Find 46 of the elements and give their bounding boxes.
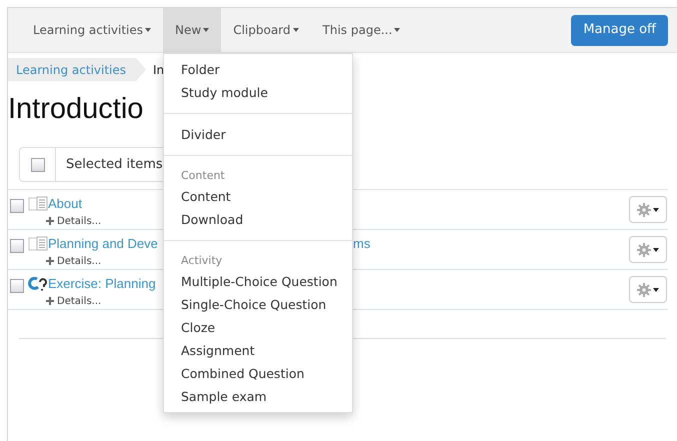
menu-item[interactable]: Study module [164, 81, 352, 104]
menu-item[interactable]: Content [164, 185, 352, 208]
checkbox[interactable] [10, 279, 24, 293]
plus-icon [46, 217, 54, 225]
actions-button[interactable] [629, 276, 667, 303]
caret-icon [653, 288, 659, 292]
caret-icon [394, 28, 400, 32]
gear-icon [637, 202, 651, 216]
actions-button[interactable] [629, 236, 667, 263]
details-toggle[interactable]: Details... [46, 214, 102, 228]
details-toggle[interactable]: Details... [46, 294, 102, 308]
plus-icon [46, 257, 54, 265]
menu-item[interactable]: Multiple-Choice Question [164, 270, 352, 293]
page-heading: Introductio [8, 92, 144, 127]
nav-menu-item[interactable]: Clipboard [221, 8, 311, 52]
question-icon [28, 276, 48, 292]
gear-icon [637, 242, 651, 256]
menu-section-header: Content [180, 168, 226, 184]
menu-item[interactable]: Single-Choice Question [164, 293, 352, 316]
details-toggle[interactable]: Details... [46, 254, 102, 268]
checkbox[interactable] [30, 158, 44, 172]
caret-icon [145, 28, 152, 32]
menu-item[interactable]: Combined Question [164, 362, 352, 385]
menu-item[interactable]: Download [164, 208, 352, 231]
nav-menu-item[interactable]: This page... [310, 8, 412, 52]
gear-icon [637, 282, 651, 296]
manage-off-button[interactable]: Manage off [571, 14, 668, 46]
caret-icon [653, 248, 659, 252]
checkbox[interactable] [10, 239, 24, 253]
actions-button[interactable] [629, 196, 667, 223]
checkbox[interactable] [10, 199, 24, 213]
caret-icon [292, 28, 299, 32]
menu-item[interactable]: Folder [164, 58, 352, 81]
menu-item[interactable]: Assignment [164, 339, 352, 362]
nav-menu-item[interactable]: Learning activities [21, 8, 164, 52]
menu-item[interactable]: Sample exam [164, 385, 352, 408]
caret-icon [203, 28, 210, 32]
menu-item[interactable]: Divider [164, 123, 352, 146]
breadcrumb-current: In [153, 62, 164, 78]
caret-icon [653, 208, 659, 212]
document-icon [28, 196, 48, 212]
nav-menu-item[interactable]: New [163, 8, 222, 52]
document-icon [28, 236, 48, 252]
plus-icon [46, 297, 54, 305]
menu-section-header: Activity [180, 253, 224, 269]
menu-item[interactable]: Cloze [164, 316, 352, 339]
